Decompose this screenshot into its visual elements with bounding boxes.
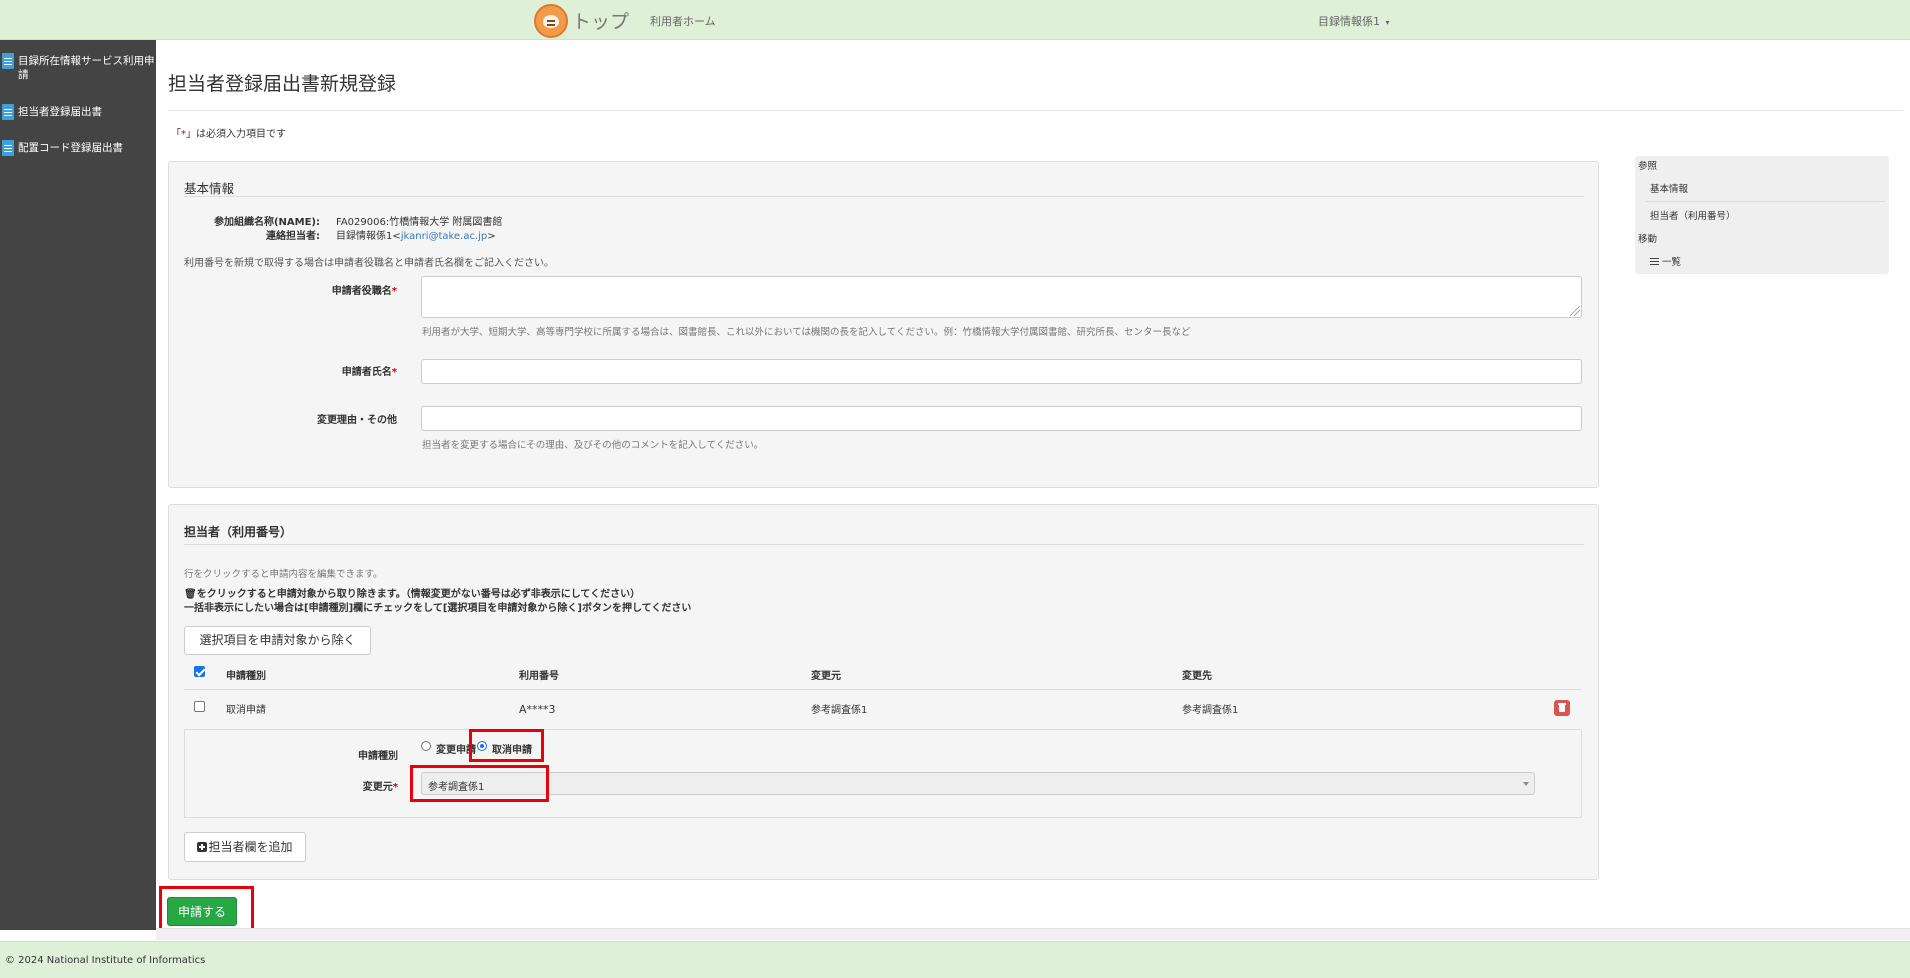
staff-panel-title: 担当者（利用番号） <box>184 525 293 539</box>
document-icon <box>2 53 14 69</box>
table-row[interactable]: 取消申請 A****3 参考調査係1 参考調査係1 <box>184 690 1582 728</box>
change-reason-label: 変更理由・その他 <box>317 415 397 426</box>
title-divider <box>168 110 1903 111</box>
page-title: 担当者登録届出書新規登録 <box>168 73 397 95</box>
exclude-selected-button[interactable]: 選択項目を申請対象から除く <box>184 626 371 655</box>
sidebar-item-location-code-registration[interactable]: 配置コード登録届出書 <box>0 140 156 156</box>
change-reason-hint: 担当者を変更する場合にその理由、及びその他のコメントを記入してください。 <box>422 440 764 451</box>
copyright-text: © 2024 National Institute of Informatics <box>5 955 206 966</box>
applicant-name-label: 申請者氏名* <box>341 367 397 378</box>
highlight-from-select <box>410 765 549 802</box>
sidebar-item-catalog-service-application[interactable]: 目録所在情報サービス利用申請 <box>0 53 156 82</box>
top-navbar: トップ 利用者ホーム 目録情報係1 ▾ <box>0 0 1910 40</box>
add-staff-row-label: 担当者欄を追加 <box>208 840 293 854</box>
row-from: 参考調査係1 <box>811 705 868 716</box>
change-reason-input[interactable] <box>421 406 1582 431</box>
plus-square-icon <box>197 842 208 852</box>
applicant-title-label: 申請者役職名* <box>331 286 397 297</box>
org-name-label: 参加組織名称(NAME): <box>213 217 320 228</box>
from-select[interactable]: 参考調査係1 <box>421 772 1535 795</box>
row-click-note: 行をクリックすると申請内容を編集できます。 <box>184 569 383 580</box>
applicant-title-textarea[interactable] <box>421 276 1582 318</box>
row-checkbox[interactable] <box>194 701 205 712</box>
panel-divider <box>184 544 1584 545</box>
right-nav-list-link[interactable]: 一覧 <box>1650 254 1681 268</box>
radio-change[interactable] <box>421 741 431 751</box>
contact-person-label: 連絡担当者: <box>266 231 320 242</box>
document-icon <box>2 104 14 120</box>
sidebar-item-staff-registration[interactable]: 担当者登録届出書 <box>0 104 156 120</box>
row-number: A****3 <box>519 703 556 716</box>
cat-logo-icon[interactable] <box>534 4 568 38</box>
footer: © 2024 National Institute of Informatics <box>0 941 1910 978</box>
add-staff-row-button[interactable]: 担当者欄を追加 <box>184 832 306 862</box>
applicant-title-hint: 利用者が大学、短期大学、高等専門学校に所属する場合は、図書館長、これ以外において… <box>422 327 1191 338</box>
user-menu-dropdown[interactable]: 目録情報係1 ▾ <box>1318 13 1390 29</box>
column-header-to: 変更先 <box>1182 671 1212 682</box>
chevron-down-icon: ▾ <box>1385 18 1390 27</box>
resize-grip-icon[interactable] <box>1570 306 1580 316</box>
contact-email-link[interactable]: jkanri@take.ac.jp <box>401 231 488 242</box>
user-menu-label: 目録情報係1 <box>1318 15 1380 28</box>
right-nav-move-heading: 移動 <box>1638 234 1658 245</box>
document-icon <box>2 140 14 156</box>
application-type-label: 申請種別 <box>358 751 398 762</box>
footer-separator <box>156 928 1910 940</box>
trash-icon[interactable] <box>1554 700 1570 716</box>
column-header-number: 利用番号 <box>519 671 559 682</box>
org-name-value: FA029006:竹橋情報大学 附属図書館 <box>336 217 503 228</box>
right-nav-staff-link[interactable]: 担当者（利用番号） <box>1650 208 1736 222</box>
sidebar-item-label: 目録所在情報サービス利用申請 <box>18 55 155 81</box>
sidebar: 目録所在情報サービス利用申請 担当者登録届出書 配置コード登録届出書 <box>0 40 156 930</box>
bulk-exclude-note: 一括非表示にしたい場合は[申請種別]欄にチェックをして[選択項目を申請対象から除… <box>184 603 692 614</box>
column-header-type: 申請種別 <box>226 671 266 682</box>
highlight-submit-button <box>159 886 254 933</box>
brand-top-link[interactable]: トップ <box>572 7 629 34</box>
column-header-from: 変更元 <box>811 671 841 682</box>
basic-info-title: 基本情報 <box>184 181 235 196</box>
row-to: 参考調査係1 <box>1182 705 1239 716</box>
new-number-note: 利用番号を新規で取得する場合は申請者役職名と申請者氏名欄をご記入ください。 <box>184 258 554 269</box>
panel-divider <box>184 196 1584 197</box>
trash-usage-note: 🗑をクリックすると申請対象から取り除きます。（情報変更がない番号は必ず非表示にし… <box>184 589 641 600</box>
right-nav-divider <box>1645 201 1885 202</box>
required-fields-note: 「*」は必須入力項目です <box>171 129 286 140</box>
list-icon <box>1650 258 1659 265</box>
nav-user-home-link[interactable]: 利用者ホーム <box>650 13 716 29</box>
select-all-checkbox[interactable] <box>194 666 205 677</box>
chevron-down-icon <box>1523 782 1529 786</box>
right-nav-basic-info-link[interactable]: 基本情報 <box>1650 181 1688 195</box>
sidebar-item-label: 配置コード登録届出書 <box>18 142 123 154</box>
sidebar-item-label: 担当者登録届出書 <box>18 106 102 118</box>
row-type: 取消申請 <box>226 705 266 716</box>
applicant-name-input[interactable] <box>421 359 1582 384</box>
right-nav-list-label: 一覧 <box>1662 257 1682 268</box>
contact-person-value: 目録情報係1<jkanri@take.ac.jp> <box>336 231 496 242</box>
right-nav-ref-heading: 参照 <box>1638 161 1658 172</box>
highlight-cancel-radio <box>469 729 544 762</box>
from-label: 変更元* <box>362 782 398 793</box>
